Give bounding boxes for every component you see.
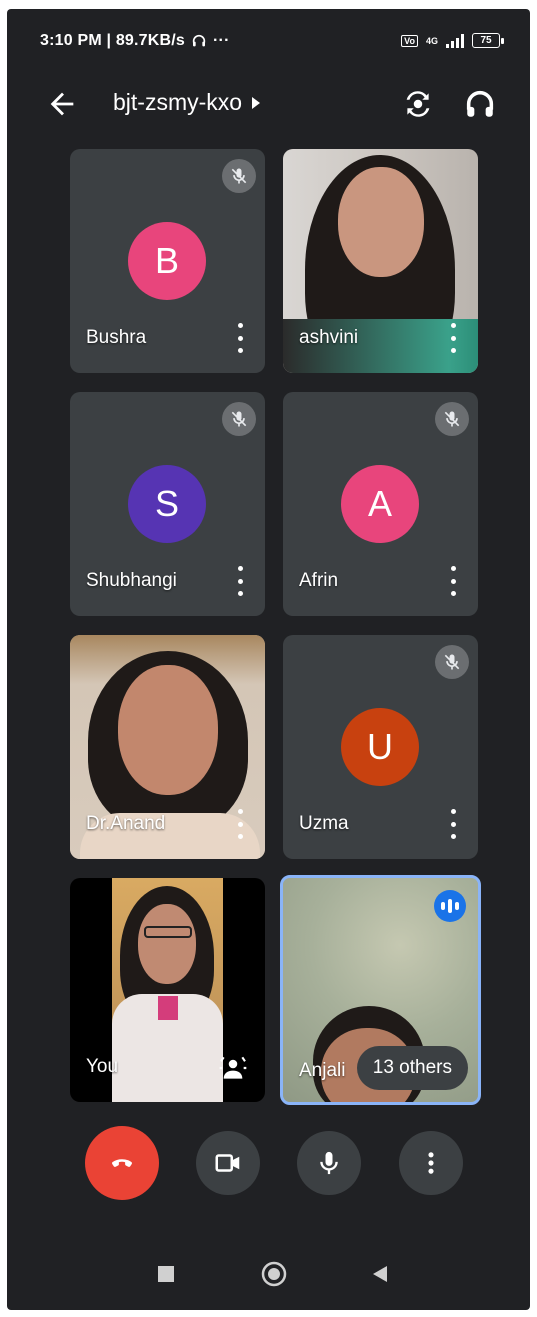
participant-tile-bushra[interactable]: B Bushra — [70, 149, 265, 373]
more-options-icon[interactable] — [235, 566, 245, 596]
caret-right-icon — [252, 96, 261, 109]
participant-name: You — [86, 1056, 119, 1077]
participant-face — [338, 167, 424, 277]
avatar: S — [128, 465, 206, 543]
participant-name: Anjali — [299, 1060, 346, 1081]
switch-camera-icon[interactable] — [401, 87, 435, 121]
participant-tile-afrin[interactable]: A Afrin — [283, 392, 478, 616]
participant-face — [118, 665, 218, 795]
meeting-header: bjt-zsmy-kxo — [7, 75, 530, 135]
participant-tile-anjali[interactable]: Anjali 13 others — [280, 875, 481, 1105]
status-right: Vo 4G 75 — [401, 33, 504, 48]
more-options-icon[interactable] — [448, 809, 458, 839]
others-count-chip[interactable]: 13 others — [356, 1046, 468, 1090]
phone-screen: 3:10 PM | 89.7KB/s ··· Vo 4G 75 bjt-zsmy… — [7, 9, 530, 1310]
participant-tile-ashvini[interactable]: ashvini — [283, 149, 478, 373]
battery-icon: 75 — [472, 33, 504, 48]
signal-icon — [446, 33, 464, 48]
participant-name: Afrin — [299, 570, 339, 591]
hang-up-icon — [112, 1159, 132, 1167]
camera-toggle-button[interactable] — [196, 1131, 260, 1195]
microphone-icon — [320, 1151, 338, 1175]
back-triangle-icon[interactable] — [371, 1265, 389, 1283]
participant-name: Dr.Anand — [86, 813, 166, 834]
speaking-indicator-icon — [434, 890, 466, 922]
status-time-speed: 3:10 PM | 89.7KB/s — [40, 32, 186, 49]
mic-off-icon — [435, 402, 469, 436]
participant-tile-uzma[interactable]: U Uzma — [283, 635, 478, 859]
participant-tile-you[interactable]: You — [70, 878, 265, 1102]
more-options-icon[interactable] — [448, 566, 458, 596]
mic-off-icon — [435, 645, 469, 679]
android-nav-bar — [7, 1241, 530, 1310]
more-options-icon[interactable] — [235, 809, 245, 839]
vertical-dots-icon — [428, 1152, 434, 1174]
more-options-button[interactable] — [399, 1131, 463, 1195]
background-effects-icon[interactable] — [217, 1052, 249, 1084]
home-circle-icon[interactable] — [261, 1261, 287, 1287]
meeting-code: bjt-zsmy-kxo — [113, 89, 243, 115]
avatar: A — [341, 465, 419, 543]
back-arrow-icon[interactable] — [45, 87, 79, 121]
recents-square-icon[interactable] — [157, 1265, 175, 1283]
participant-name: Uzma — [299, 813, 349, 834]
status-more: ··· — [213, 32, 230, 49]
video-camera-icon — [215, 1154, 240, 1172]
mic-off-icon — [222, 159, 256, 193]
volte-badge: Vo — [401, 34, 418, 47]
status-bar: 3:10 PM | 89.7KB/s ··· Vo 4G 75 — [7, 9, 530, 65]
participant-name: Bushra — [86, 327, 147, 348]
meeting-code-button[interactable]: bjt-zsmy-kxo — [113, 89, 261, 116]
microphone-toggle-button[interactable] — [297, 1131, 361, 1195]
avatar: U — [341, 708, 419, 786]
more-options-icon[interactable] — [448, 323, 458, 353]
participant-name: ashvini — [299, 327, 359, 348]
network-type: 4G — [425, 35, 438, 46]
self-video-feed — [112, 878, 223, 1102]
mic-off-icon — [222, 402, 256, 436]
end-call-button[interactable] — [85, 1126, 159, 1200]
headphones-status-icon — [192, 34, 206, 47]
headphones-audio-output-icon[interactable] — [463, 87, 497, 121]
participant-tile-shubhangi[interactable]: S Shubhangi — [70, 392, 265, 616]
status-left: 3:10 PM | 89.7KB/s ··· — [40, 32, 230, 50]
more-options-icon[interactable] — [235, 323, 245, 353]
participant-tile-dr-anand[interactable]: Dr.Anand — [70, 635, 265, 859]
avatar: B — [128, 222, 206, 300]
participant-name: Shubhangi — [86, 570, 177, 591]
